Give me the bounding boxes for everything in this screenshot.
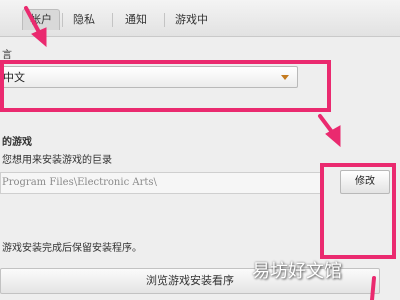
annotation-arrow-tab — [24, 6, 42, 36]
annotation-arrows — [24, 6, 376, 300]
annotation-arrow-modify — [318, 114, 334, 134]
annotation-arrowhead-tab — [31, 27, 47, 48]
watermark: 易坊好文馆 — [252, 261, 342, 282]
annotation-arrow-browse — [370, 276, 376, 300]
